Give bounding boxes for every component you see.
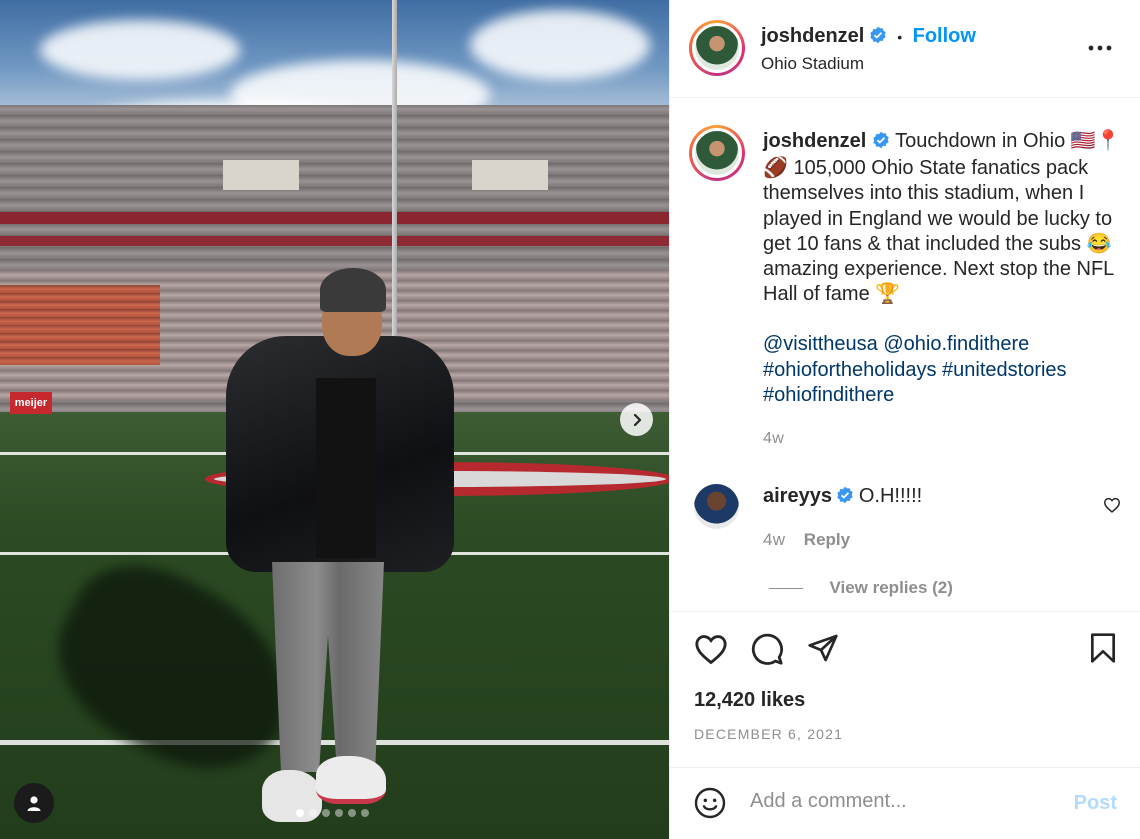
carousel-dot — [309, 809, 317, 817]
yard-line — [0, 740, 669, 745]
post-author-username[interactable]: joshdenzel — [761, 25, 864, 47]
post-date[interactable]: DECEMBER 6, 2021 — [694, 726, 843, 742]
caption-timestamp[interactable]: 4w — [763, 426, 1125, 451]
verified-badge-icon — [869, 26, 887, 49]
carousel-dot — [348, 809, 356, 817]
comment: aireyys O.H!!!!! — [763, 485, 922, 509]
comment-input[interactable] — [750, 790, 1050, 813]
carousel-dot — [335, 809, 343, 817]
photo-press-box — [223, 160, 299, 190]
comment-like-icon[interactable] — [1103, 497, 1121, 518]
avatar-image — [692, 128, 742, 178]
header-user-line: joshdenzel • Follow — [761, 25, 976, 49]
reply-button[interactable]: Reply — [804, 530, 850, 549]
caption-body: Touchdown in Ohio 🇺🇸📍🏈 105,000 Ohio Stat… — [763, 130, 1121, 306]
avatar-image — [692, 23, 742, 73]
photo-person-shirt — [316, 378, 376, 558]
avatar[interactable] — [689, 125, 745, 181]
caption-tags: @visittheusa @ohio.findithere #ohioforth… — [763, 332, 1125, 408]
paper-plane-icon[interactable] — [806, 632, 840, 669]
post-header: joshdenzel • Follow Ohio Stadium — [670, 0, 1140, 98]
comments-scroll-area[interactable]: joshdenzel Touchdown in Ohio 🇺🇸📍🏈 105,00… — [670, 99, 1140, 611]
user-tag-icon[interactable] — [14, 783, 54, 823]
photo-person-beanie — [320, 268, 386, 312]
post-details-panel: joshdenzel • Follow Ohio Stadium joshden… — [669, 0, 1140, 839]
emoji-smiley-icon[interactable] — [694, 787, 726, 824]
post-photo[interactable]: meijer — [0, 0, 669, 839]
comment-author-username[interactable]: aireyys — [763, 485, 832, 507]
photo-banner-row — [0, 212, 669, 224]
carousel-indicator — [296, 809, 369, 817]
hashtag-link[interactable]: #ohiofindithere — [763, 384, 894, 406]
mention-link[interactable]: @visittheusa — [763, 333, 878, 355]
post-location[interactable]: Ohio Stadium — [761, 54, 864, 74]
post-caption: joshdenzel Touchdown in Ohio 🇺🇸📍🏈 105,00… — [763, 129, 1125, 451]
photo-press-box — [472, 160, 548, 190]
comment-bubble-icon[interactable] — [750, 632, 784, 671]
bookmark-icon[interactable] — [1089, 632, 1117, 669]
heart-icon[interactable] — [694, 633, 728, 670]
verified-badge-icon — [872, 131, 890, 156]
comment-timestamp[interactable]: 4w — [763, 530, 785, 549]
post-viewer: meijer joshdenzel • Follow Ohio Stadium … — [0, 0, 1140, 839]
follow-button[interactable]: Follow — [913, 25, 976, 47]
comment-composer: Post — [670, 767, 1140, 839]
more-options-icon[interactable] — [1088, 38, 1112, 56]
divider-line — [769, 588, 803, 590]
photo-banner-row — [0, 236, 669, 246]
verified-badge-icon — [836, 486, 854, 509]
chevron-right-icon[interactable] — [620, 403, 653, 436]
photo-person-shoe — [316, 756, 386, 804]
hashtag-link[interactable]: #ohiofortheholidays — [763, 359, 936, 381]
carousel-dot — [296, 809, 304, 817]
commenter-avatar[interactable] — [694, 484, 739, 529]
hashtag-link[interactable]: #unitedstories — [942, 359, 1067, 381]
photo-wall-sign: meijer — [10, 392, 52, 414]
header-separator: • — [897, 29, 903, 45]
post-comment-button[interactable]: Post — [1074, 792, 1117, 815]
avatar[interactable] — [689, 20, 745, 76]
carousel-dot — [322, 809, 330, 817]
photo-cloud — [40, 20, 240, 80]
comment-text: O.H!!!!! — [858, 485, 923, 507]
comment-meta: 4w Reply — [763, 530, 850, 550]
post-actions: 12,420 likes DECEMBER 6, 2021 — [670, 611, 1140, 767]
mention-link[interactable]: @ohio.findithere — [883, 333, 1029, 355]
likes-count[interactable]: 12,420 likes — [694, 689, 805, 712]
photo-cloud — [470, 10, 650, 80]
photo-red-seats — [0, 285, 160, 365]
caption-author-username[interactable]: joshdenzel — [763, 130, 866, 152]
carousel-dot — [361, 809, 369, 817]
view-replies-button[interactable]: View replies (2) — [829, 578, 952, 597]
view-replies-row[interactable]: View replies (2) — [769, 578, 953, 598]
